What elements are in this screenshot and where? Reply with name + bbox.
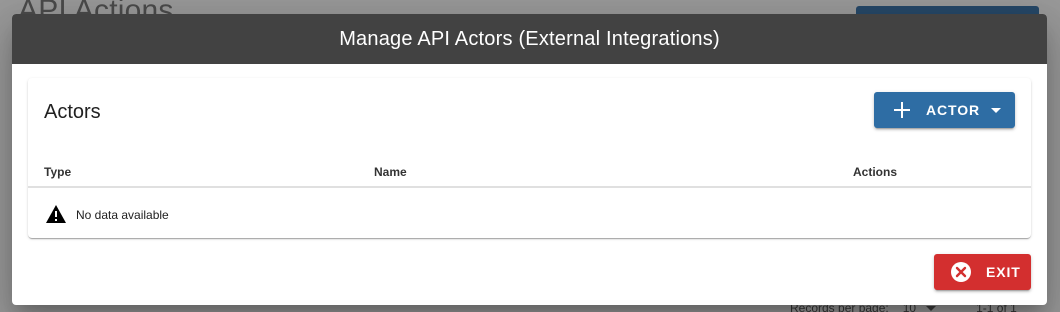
column-header-type[interactable]: Type (44, 165, 71, 179)
table-header: Type Name Actions (28, 150, 1031, 188)
manage-api-actors-dialog: Manage API Actors (External Integrations… (12, 14, 1047, 305)
actors-table: Type Name Actions No data available (28, 150, 1031, 238)
warning-icon (46, 205, 66, 223)
column-header-name[interactable]: Name (374, 165, 407, 179)
chevron-down-icon (991, 107, 1002, 113)
exit-button[interactable]: EXIT (934, 254, 1031, 290)
add-actor-button[interactable]: ACTOR (874, 92, 1015, 128)
empty-message: No data available (76, 208, 169, 222)
dialog-title: Manage API Actors (External Integrations… (339, 27, 720, 50)
column-header-actions: Actions (853, 165, 898, 179)
plus-icon (894, 102, 910, 118)
close-circle-icon (951, 262, 971, 282)
table-empty-row: No data available (28, 188, 1031, 238)
add-actor-button-label: ACTOR (926, 102, 981, 118)
exit-button-label: EXIT (986, 264, 1021, 280)
dialog-header: Manage API Actors (External Integrations… (12, 14, 1047, 64)
actors-card: Actors ACTOR Type Name Actions No data a… (28, 78, 1031, 238)
card-title: Actors (44, 101, 101, 123)
